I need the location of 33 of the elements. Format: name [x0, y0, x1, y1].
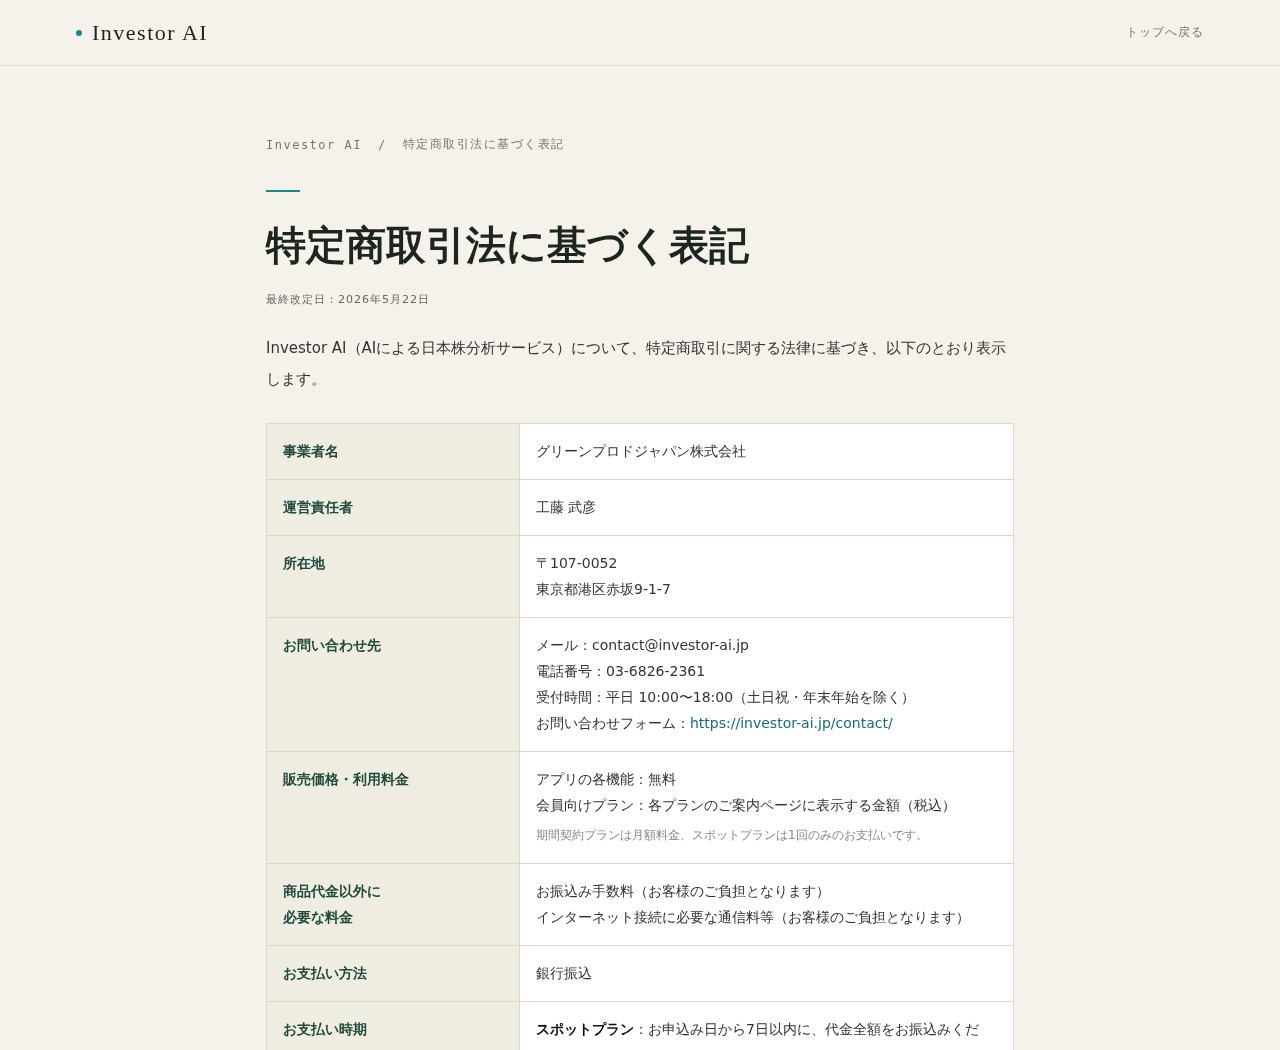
breadcrumb-current: 特定商取引法に基づく表記: [402, 136, 565, 153]
table-cell-text: 東京都港区赤坂9-1-7: [536, 580, 672, 599]
table-cell-text: アプリの各機能：無料: [536, 770, 677, 789]
last-updated-date: 最終改定日：2026年5月22日: [266, 292, 431, 307]
table-cell-text: 銀行振込: [536, 964, 593, 983]
table-cell-text: 〒107-0052: [536, 554, 619, 573]
table-cell-text: 工藤 武彦: [536, 498, 598, 517]
table-cell-note: 期間契約プランは月額料金、スポットプランは1回のみのお支払いです。: [536, 827, 929, 844]
table-header-cell: お支払い時期: [267, 1002, 520, 1050]
table-header-cell: 所在地: [267, 536, 520, 617]
breadcrumb-separator: /: [378, 137, 387, 152]
table-cell-text: お振込み手数料（お客様のご負担となります）: [536, 882, 831, 901]
table-cell-text: グリーンプロドジャパン株式会社: [536, 442, 747, 461]
table-cell-text: メール：contact@investor-ai.jp: [536, 636, 750, 655]
logo-link[interactable]: Investor AI: [92, 19, 209, 46]
table-cell-text: 会員向けプラン：各プランのご案内ページに表示する金額（税込）: [536, 796, 957, 815]
intro-paragraph: Investor AI（AIによる日本株分析サービス）について、特定商取引に関する法律に基づき、以下のとおり表示します。: [266, 338, 1008, 390]
table-cell-text: 受付時間：平日 10:00〜18:00（土日祝・年末年始を除く）: [536, 688, 917, 707]
page-title: 特定商取引法に基づく表記: [266, 220, 750, 270]
breadcrumb-link[interactable]: Investor AI: [266, 137, 362, 152]
logo-dot-icon: [76, 29, 82, 36]
contact-form-link[interactable]: https://investor-ai.jp/contact/: [690, 715, 893, 731]
table-header-cell: お問い合わせ先: [267, 618, 520, 751]
table-header-cell: 運営責任者: [267, 480, 520, 535]
table-header-cell: 販売価格・利用料金: [267, 752, 520, 863]
table-header-cell: 事業者名: [267, 424, 520, 479]
table-header-cell: 商品代金以外に 必要な料金: [267, 864, 520, 945]
table-header-cell: お支払い方法: [267, 946, 520, 1001]
table-cell-text: インターネット接続に必要な通信料等（お客様のご負担となります）: [536, 908, 971, 927]
table-cell-text: 電話番号：03-6826-2361: [536, 662, 707, 681]
table-cell-text: スポットプラン：お申込み日から7日以内に、代金全額をお振込みくだ: [536, 1020, 980, 1039]
table-cell-text: お問い合わせフォーム：: [536, 715, 690, 731]
back-to-top-link[interactable]: トップへ戻る: [1126, 24, 1204, 41]
